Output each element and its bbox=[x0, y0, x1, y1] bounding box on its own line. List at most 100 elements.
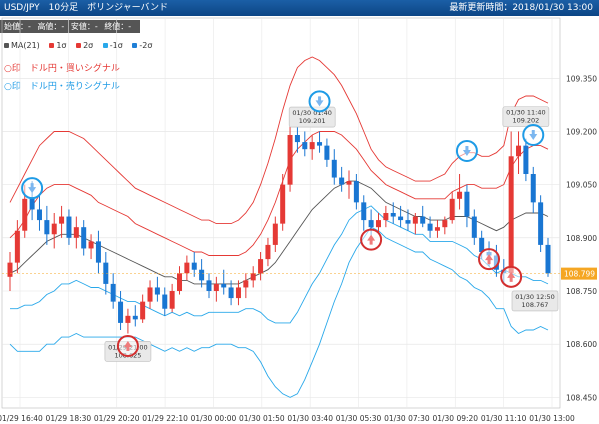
candle-down bbox=[154, 287, 160, 295]
candle-up bbox=[449, 198, 455, 221]
close-value: 終値：- bbox=[104, 22, 132, 31]
candle-up bbox=[14, 230, 20, 263]
candle-down bbox=[339, 177, 345, 185]
candle-down bbox=[44, 220, 50, 235]
candle-up bbox=[457, 191, 463, 199]
price-callout-text: 109.201 bbox=[299, 117, 326, 125]
candle-down bbox=[95, 241, 101, 263]
candle-up bbox=[213, 283, 219, 291]
arrow-down-icon bbox=[462, 145, 471, 156]
x-tick-label: 01/30 03:40 bbox=[287, 414, 333, 423]
sell-signal-marker bbox=[21, 177, 44, 200]
candle-down bbox=[368, 220, 374, 228]
y-tick-label: 109.050 bbox=[566, 181, 597, 190]
candle-up bbox=[177, 273, 183, 291]
candle-down bbox=[538, 202, 544, 245]
y-tick-label: 108.900 bbox=[566, 234, 597, 243]
candle-down bbox=[479, 237, 485, 252]
candle-down bbox=[317, 142, 323, 146]
legend-item-sigma1-upper: 1σ bbox=[49, 41, 67, 50]
candle-up bbox=[7, 262, 13, 277]
x-tick-label: 01/30 05:30 bbox=[336, 414, 382, 423]
plot-frame bbox=[1, 17, 561, 409]
price-callout-text: 01/30 11:40 bbox=[506, 109, 546, 117]
price-callout-text: 108.767 bbox=[522, 301, 549, 309]
candle-down bbox=[398, 216, 404, 221]
candle-up bbox=[51, 223, 57, 235]
y-tick-label: 109.200 bbox=[566, 127, 597, 136]
candle-down bbox=[353, 181, 359, 203]
candle-up bbox=[412, 216, 418, 224]
arrow-down-icon bbox=[315, 96, 324, 107]
buy-signal-marker bbox=[478, 248, 501, 271]
candle-down bbox=[110, 283, 116, 302]
candle-down bbox=[302, 142, 308, 150]
candle-down bbox=[118, 301, 124, 323]
candle-down bbox=[132, 315, 138, 320]
candle-down bbox=[530, 174, 536, 203]
ma21-line bbox=[9, 180, 549, 285]
legend: MA(21) 1σ 2σ -1σ -2σ bbox=[4, 41, 159, 50]
buy-signal-marker bbox=[360, 228, 383, 251]
price-callout-text: 01/29 21:00 bbox=[108, 343, 148, 351]
legend-swatch bbox=[4, 43, 9, 48]
x-tick-label: 01/30 07:30 bbox=[384, 414, 430, 423]
current-price-label: 108.799 bbox=[564, 270, 595, 279]
candle-down bbox=[405, 220, 411, 224]
candle-up bbox=[147, 287, 153, 302]
current-price-tag bbox=[561, 267, 597, 280]
x-tick-label: 01/30 11:10 bbox=[481, 414, 527, 423]
candle-up bbox=[265, 244, 271, 260]
arrow-down-icon bbox=[529, 130, 538, 140]
candle-down bbox=[206, 280, 212, 291]
candle-down bbox=[427, 223, 433, 231]
candle-up bbox=[22, 198, 28, 231]
legend-swatch bbox=[76, 43, 82, 48]
candle-up bbox=[169, 291, 175, 309]
price-callout-text: 01/30 12:50 bbox=[515, 293, 555, 301]
symbol-label: USD/JPY 10分足 ボリンジャーバンド bbox=[4, 3, 169, 13]
sell-signal-legend: ○印 ドル円・売りシグナル bbox=[4, 82, 120, 92]
open-value: 始値：- bbox=[4, 22, 31, 31]
x-tick-label: 01/29 16:40 bbox=[0, 414, 43, 423]
candle-down bbox=[103, 262, 109, 284]
candle-down bbox=[471, 216, 477, 238]
price-callout-text: 108.625 bbox=[114, 351, 141, 359]
legend-swatch bbox=[132, 43, 138, 48]
candle-down bbox=[501, 269, 507, 274]
arrow-up-icon bbox=[123, 340, 132, 351]
buy-signal-legend: ○印 ドル円・買いシグナル bbox=[4, 64, 120, 74]
candle-up bbox=[59, 216, 65, 224]
sigma1-upper-line bbox=[9, 131, 549, 256]
candle-up bbox=[383, 213, 389, 221]
candle-down bbox=[66, 216, 72, 238]
candle-down bbox=[36, 209, 42, 221]
candle-down bbox=[390, 213, 396, 217]
candle-up bbox=[140, 301, 146, 320]
candle-down bbox=[486, 252, 492, 256]
x-tick-label: 01/30 00:00 bbox=[191, 414, 237, 423]
sell-signal-marker bbox=[522, 124, 545, 146]
updated-time-label: 最新更新時間：2018/01/30 13:00 bbox=[449, 3, 593, 13]
candle-down bbox=[464, 191, 470, 217]
legend-item-sigma1-lower: -1σ bbox=[102, 41, 123, 50]
price-callout-text: 109.202 bbox=[512, 117, 539, 125]
x-tick-label: 01/30 09:20 bbox=[432, 414, 478, 423]
candle-down bbox=[221, 283, 227, 288]
sigma2-lower-line bbox=[9, 226, 549, 398]
candle-up bbox=[280, 184, 286, 224]
sigma1-lower-line bbox=[10, 205, 549, 324]
candle-down bbox=[162, 294, 168, 309]
candle-up bbox=[508, 156, 514, 274]
candle-up bbox=[235, 287, 241, 299]
candle-up bbox=[258, 259, 264, 274]
candle-down bbox=[191, 262, 197, 270]
candle-down bbox=[324, 145, 330, 160]
y-tick-label: 108.750 bbox=[566, 287, 597, 296]
sell-signal-marker bbox=[455, 139, 478, 162]
y-tick-label: 109.350 bbox=[566, 74, 597, 83]
sell-signal-marker bbox=[308, 90, 331, 113]
candle-up bbox=[250, 273, 256, 281]
candle-up bbox=[346, 181, 352, 185]
candle-up bbox=[125, 315, 131, 323]
